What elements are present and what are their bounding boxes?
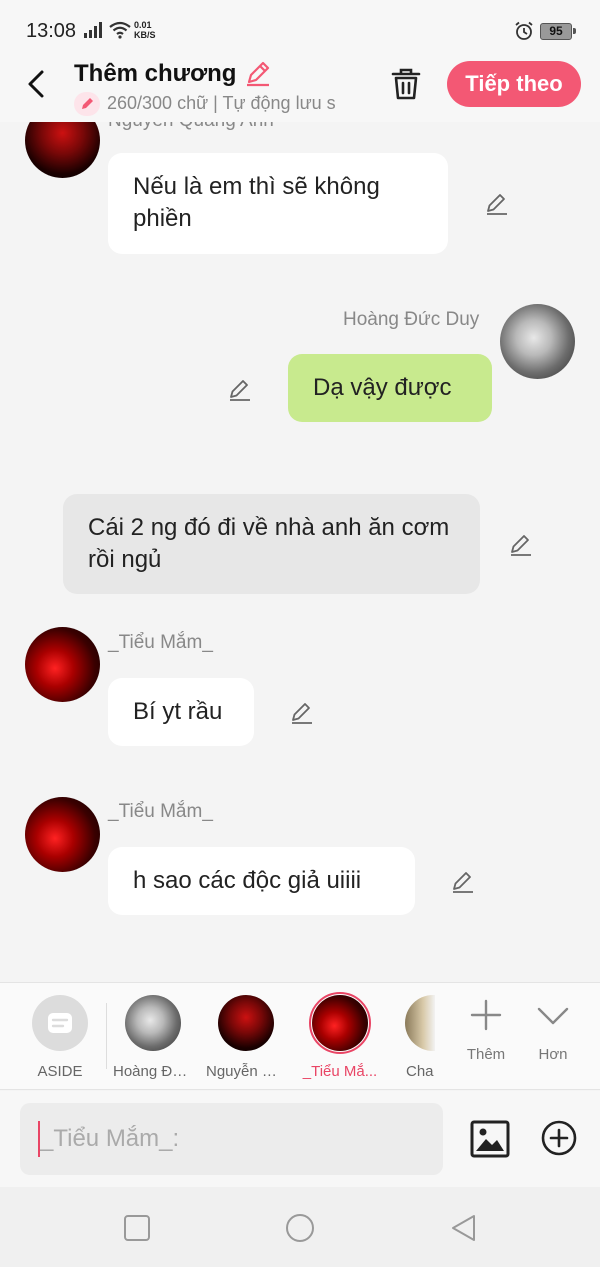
plus-icon	[470, 999, 502, 1031]
character-label: Hoàng Đứ...	[113, 1063, 193, 1080]
avatar	[405, 995, 435, 1051]
network-speed-value: 0.01	[134, 20, 152, 30]
message-bubble[interactable]: Nếu là em thì sẽ không phiền	[108, 153, 448, 254]
aside-icon	[32, 995, 88, 1051]
avatar[interactable]	[500, 304, 575, 379]
more-label: Hơn	[538, 1046, 568, 1063]
message-input[interactable]	[20, 1103, 443, 1175]
edit-message-icon[interactable]	[227, 376, 253, 402]
chevron-down-icon	[537, 1007, 569, 1025]
edit-message-icon[interactable]	[484, 190, 510, 216]
trash-icon	[391, 68, 421, 100]
triangle-back-icon	[452, 1215, 475, 1241]
recent-apps-button[interactable]	[122, 1213, 152, 1243]
edit-title-icon[interactable]	[243, 58, 273, 93]
add-character-button[interactable]: Thêm	[456, 997, 516, 1063]
character-hoang-duc-duy[interactable]: Hoàng Đứ...	[113, 995, 193, 1080]
page-title: Thêm chương	[74, 60, 237, 87]
signal-icon	[84, 22, 104, 43]
character-label: ASIDE	[37, 1063, 83, 1080]
character-tieu-mam[interactable]: _Tiểu Mắ...	[300, 992, 380, 1080]
character-selector: ASIDE Hoàng Đứ... Nguyễn Q... _Tiểu Mắ..…	[0, 982, 600, 1090]
system-nav-bar	[0, 1187, 600, 1267]
message-author: Hoàng Đức Duy	[343, 309, 480, 330]
insert-image-button[interactable]	[470, 1119, 510, 1159]
edit-message-icon[interactable]	[289, 699, 315, 725]
add-label: Thêm	[466, 1046, 506, 1063]
status-time: 13:08	[26, 20, 77, 42]
edit-message-icon[interactable]	[450, 868, 476, 894]
battery-icon: 95	[540, 23, 576, 40]
network-speed-unit: KB/S	[134, 30, 156, 40]
chapter-header: Thêm chương 260/300 chữ | Tự động lưu s …	[0, 60, 600, 122]
character-label: _Tiểu Mắ...	[302, 1063, 378, 1080]
avatar	[218, 995, 274, 1051]
message-author: Nguyễn Quang Anh	[108, 122, 274, 132]
character-nguyen-quang-anh[interactable]: Nguyễn Q...	[206, 995, 286, 1080]
circle-icon	[286, 1214, 314, 1242]
avatar[interactable]	[25, 627, 100, 702]
avatar[interactable]	[25, 797, 100, 872]
message-bubble[interactable]: Bí yt rầu	[108, 678, 254, 746]
image-icon	[470, 1120, 510, 1158]
avatar	[125, 995, 181, 1051]
wifi-icon	[108, 21, 132, 44]
avatar[interactable]	[25, 122, 100, 178]
message-author: _Tiểu Mắm_	[108, 632, 213, 653]
word-count-autosave: 260/300 chữ | Tự động lưu s	[107, 93, 336, 113]
network-speed: 0.01 KB/S	[134, 20, 156, 40]
back-button[interactable]	[20, 64, 54, 104]
square-icon	[124, 1215, 150, 1241]
message-bubble[interactable]: Dạ vậy được	[288, 354, 492, 422]
character-cha[interactable]: Cha	[379, 995, 459, 1080]
status-bar: 13:08 0.01 KB/S 95	[0, 0, 600, 60]
pencil-badge-icon	[74, 92, 100, 116]
chat-area[interactable]: Nguyễn Quang Anh Nếu là em thì sẽ không …	[0, 122, 600, 982]
edit-message-icon[interactable]	[508, 531, 534, 557]
message-bubble[interactable]: h sao các độc giả uiiii	[108, 847, 415, 915]
aside-bubble[interactable]: Cái 2 ng đó đi về nhà anh ăn cơm rồi ngủ	[63, 494, 480, 594]
next-button[interactable]: Tiếp theo	[447, 61, 581, 107]
add-button[interactable]	[540, 1119, 578, 1157]
plus-circle-icon	[541, 1120, 577, 1156]
more-button[interactable]: Hơn	[523, 997, 583, 1063]
composer	[0, 1091, 600, 1187]
divider	[106, 1003, 107, 1069]
avatar	[309, 992, 371, 1054]
message-author: _Tiểu Mắm_	[108, 801, 213, 822]
character-label: Cha	[406, 1063, 434, 1080]
back-nav-button[interactable]	[449, 1213, 479, 1243]
delete-button[interactable]	[386, 64, 426, 104]
chevron-left-icon	[28, 70, 44, 98]
character-aside[interactable]: ASIDE	[20, 995, 100, 1080]
home-button[interactable]	[285, 1213, 315, 1243]
character-label: Nguyễn Q...	[206, 1063, 286, 1080]
text-caret	[38, 1121, 40, 1157]
alarm-icon	[514, 21, 534, 46]
